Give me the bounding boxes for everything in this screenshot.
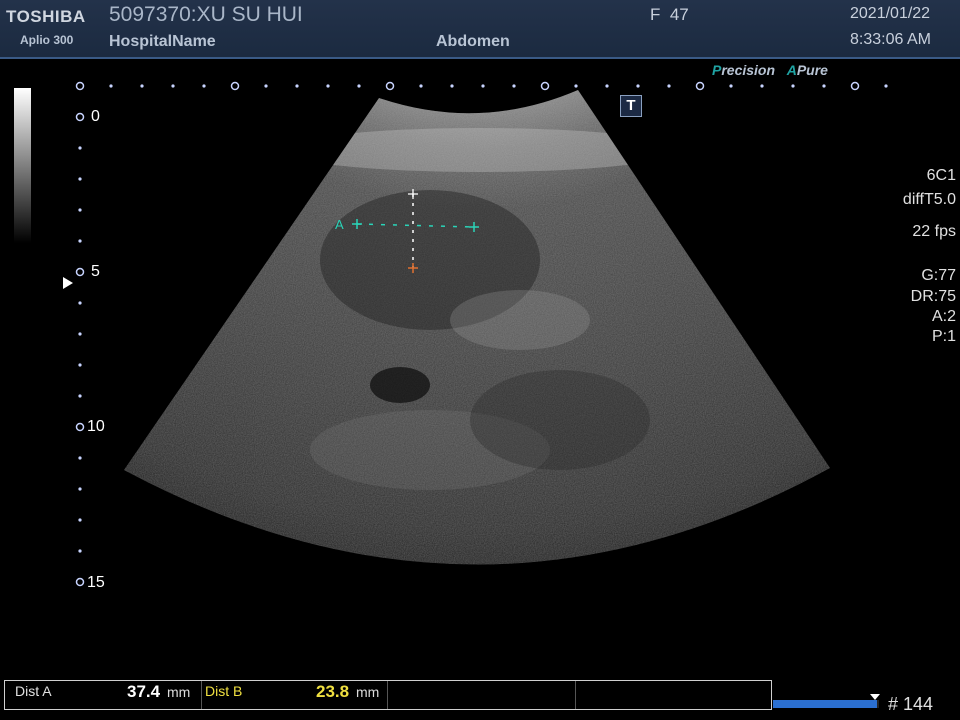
depth-label-10: 10 [87, 418, 105, 435]
depth-label-5: 5 [91, 263, 100, 280]
depth-label-0: 0 [91, 108, 100, 125]
grayscale-bar [14, 88, 31, 243]
caliper-a-label: A [335, 217, 344, 232]
dynamic-range-value: DR:75 [910, 288, 956, 305]
sector-image [124, 90, 830, 565]
cine-progress-bar[interactable] [773, 700, 879, 708]
text-annotation-button[interactable]: T [620, 95, 642, 117]
dist-a-value: 37.4 [127, 682, 161, 701]
measurement-dist-a[interactable]: Dist A 37.4 mm [5, 681, 202, 709]
p-value: P:1 [931, 328, 956, 345]
dist-b-label: Dist B [205, 683, 243, 699]
probe-name: 6C1 [926, 167, 956, 184]
measurement-bar: Dist A 37.4 mm Dist B 23.8 mm [4, 680, 772, 710]
ultrasound-image: A [75, 81, 888, 587]
top-scale-dots [75, 81, 888, 91]
gain-value: G:77 [921, 267, 956, 284]
dist-b-unit: mm [356, 684, 380, 700]
imaging-mode: diffT5.0 [902, 191, 956, 208]
measurement-dist-b[interactable]: Dist B 23.8 mm [201, 681, 388, 709]
dist-b-value: 23.8 [316, 682, 350, 701]
ultrasound-screen: TOSHIBA Aplio 300 5097370:XU SU HUI Hosp… [0, 0, 960, 720]
depth-scale-dots [75, 112, 85, 587]
cine-progress-fill [773, 700, 877, 708]
dist-a-unit: mm [167, 684, 191, 700]
dist-a-label: Dist A [15, 683, 52, 699]
cine-position-marker-icon[interactable] [870, 694, 880, 700]
measurement-empty-1 [387, 681, 576, 709]
frame-rate: 22 fps [912, 223, 956, 240]
a-value: A:2 [931, 308, 956, 325]
focus-marker-icon[interactable] [63, 277, 73, 289]
measurement-empty-2 [575, 681, 771, 709]
frame-number: # 144 [888, 694, 934, 714]
depth-label-15: 15 [87, 574, 105, 591]
